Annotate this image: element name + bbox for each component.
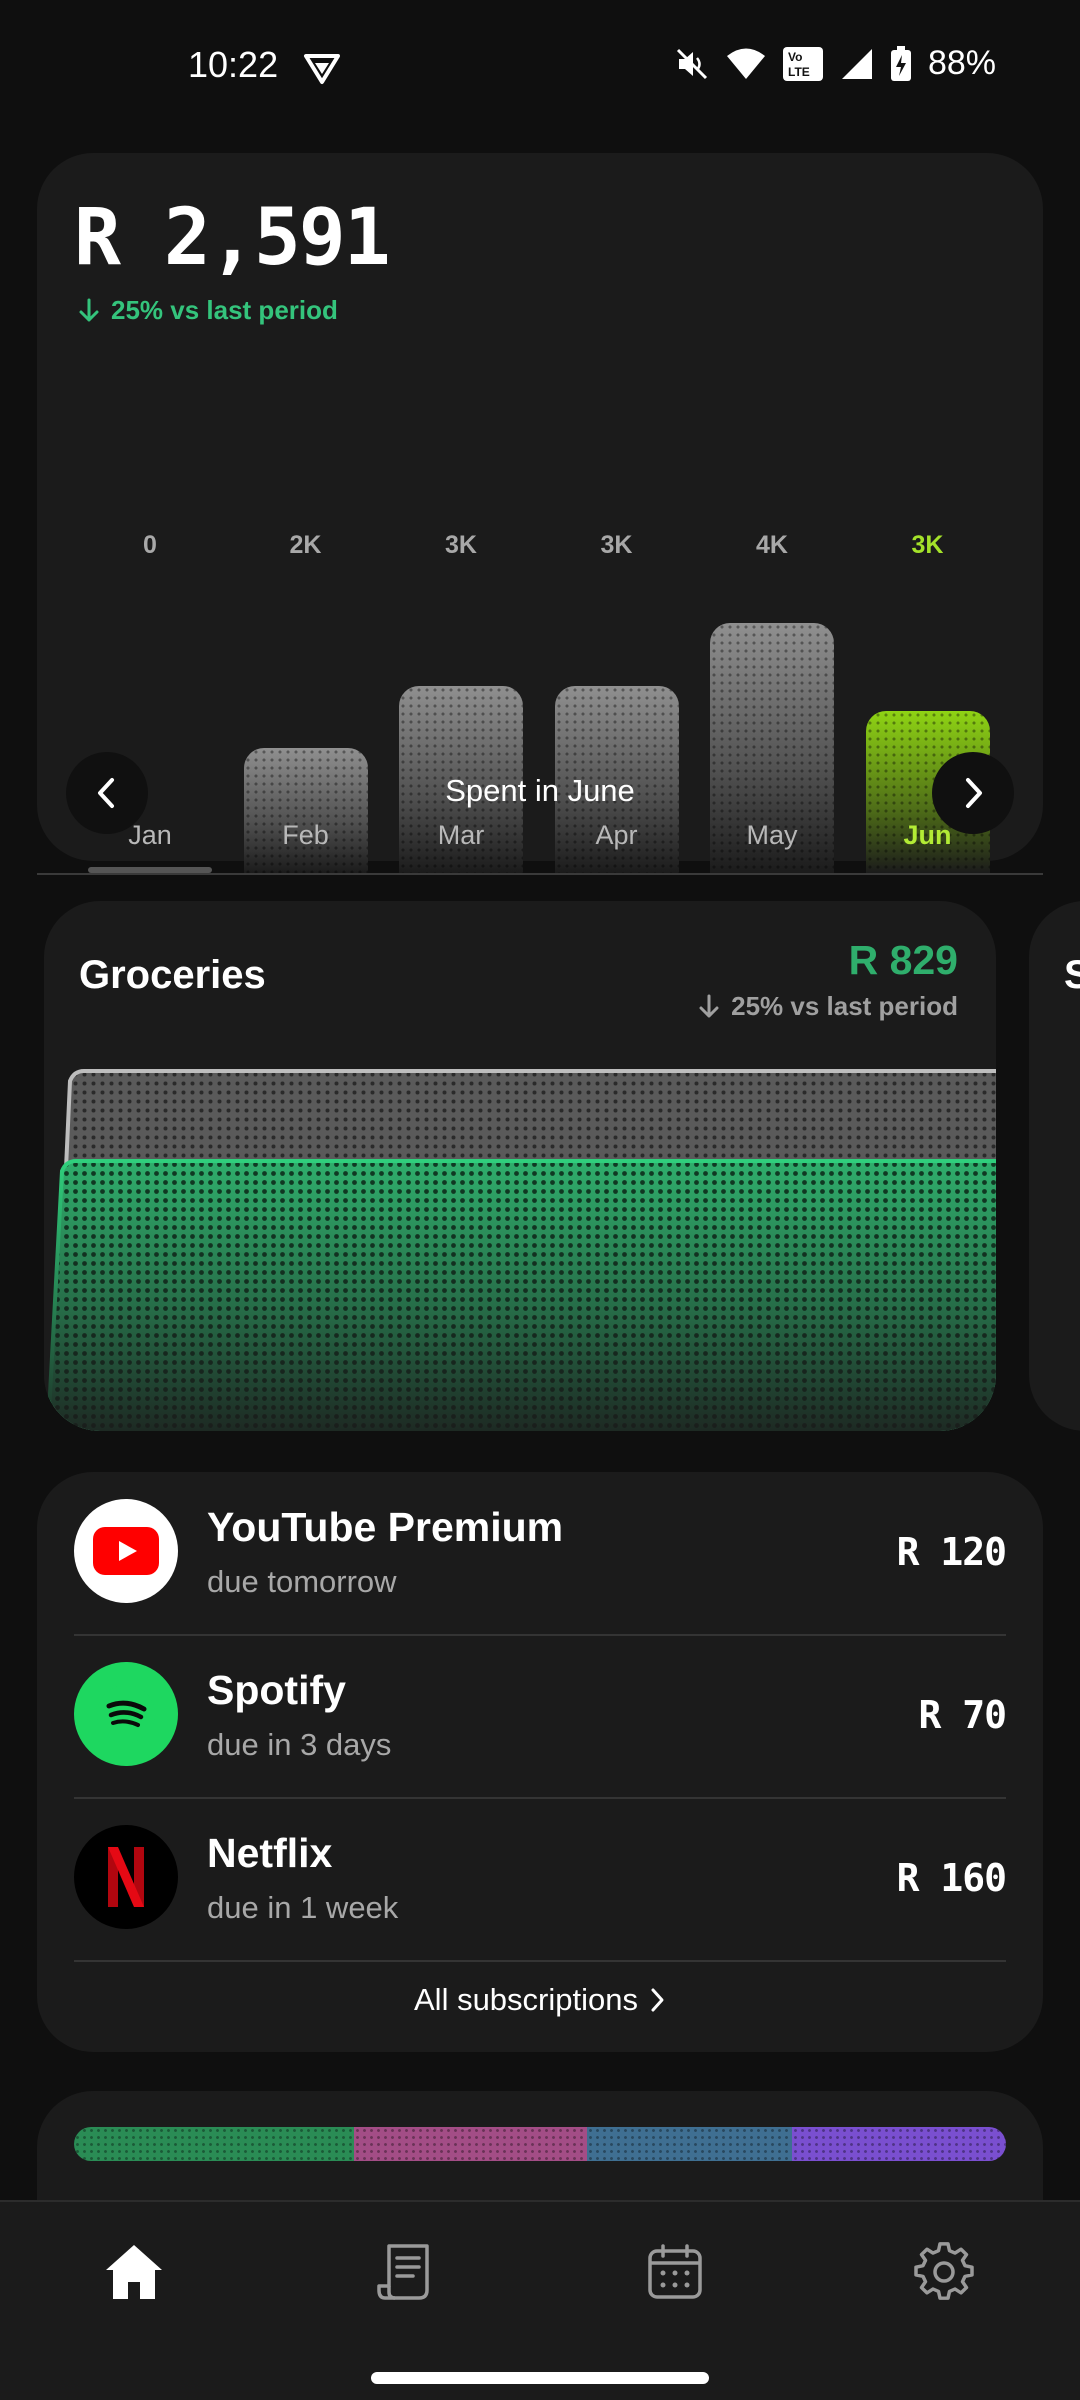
- total-change: 25% vs last period: [77, 295, 338, 326]
- breakdown-segment: [353, 2127, 587, 2161]
- next-category-card[interactable]: S: [1029, 901, 1080, 1431]
- bar-month-label: May: [746, 820, 798, 850]
- signal-icon: [841, 48, 872, 79]
- bar-value-label: 0: [143, 531, 157, 559]
- category-change: 25% vs last period: [697, 991, 958, 1022]
- subscription-item-youtube[interactable]: YouTube Premium due tomorrow R 120: [37, 1472, 1043, 1635]
- nav-transactions[interactable]: [365, 2232, 445, 2312]
- vpn-icon: [304, 54, 340, 84]
- total-change-text: 25% vs last period: [111, 295, 338, 325]
- subscription-due: due tomorrow: [207, 1564, 397, 1599]
- arrow-down-icon: [699, 994, 719, 1017]
- subscription-price: R 160: [896, 1856, 1007, 1900]
- category-area-chart: [44, 1069, 996, 1431]
- category-card-groceries[interactable]: Groceries R 829 25% vs last period: [44, 901, 996, 1431]
- category-amount: R 829: [848, 937, 958, 983]
- bar-value-label: 2K: [289, 531, 322, 559]
- category-breakdown-bar: [74, 2127, 1006, 2161]
- spotify-icon: [74, 1662, 178, 1766]
- category-breakdown-card[interactable]: [37, 2091, 1043, 2211]
- status-bar: 10:22 Vo LTE 88%: [0, 0, 1080, 130]
- battery-charging-icon: [890, 45, 911, 81]
- breakdown-segment: [791, 2127, 1006, 2161]
- spend-summary-card: R 2,591 25% vs last period 0 Jan 2K Feb 3K Ma…: [37, 153, 1043, 875]
- category-title: Groceries: [79, 953, 266, 997]
- chevron-right-icon: [651, 1988, 664, 2012]
- bar-month-label: Apr: [595, 820, 638, 850]
- wifi-icon: [726, 48, 765, 79]
- chevron-right-icon: [966, 778, 982, 808]
- calendar-icon: [648, 2244, 702, 2299]
- status-time: 10:22: [188, 44, 279, 85]
- subscription-name: Spotify: [207, 1667, 346, 1713]
- bar-feb[interactable]: [243, 748, 368, 873]
- all-subscriptions-link[interactable]: All subscriptions: [37, 1982, 1043, 2018]
- nav-calendar[interactable]: [635, 2232, 715, 2312]
- home-indicator: [371, 2372, 709, 2384]
- arrow-down-icon: [79, 298, 99, 321]
- home-icon: [106, 2245, 162, 2299]
- bar-month-label: Feb: [282, 820, 329, 850]
- battery-percent: 88%: [927, 44, 996, 82]
- breakdown-segment: [74, 2127, 354, 2161]
- subscription-item-spotify[interactable]: Spotify due in 3 days R 70: [37, 1635, 1043, 1798]
- nav-home[interactable]: [94, 2232, 174, 2312]
- svg-text:Vo: Vo: [788, 50, 802, 64]
- status-icons: Vo LTE 88%: [674, 44, 996, 83]
- divider: [74, 1960, 1006, 1962]
- bar-value-label: 3K: [911, 531, 944, 559]
- next-period-button[interactable]: [932, 752, 1014, 834]
- period-label: Spent in June: [445, 773, 635, 808]
- bar-value-label: 3K: [445, 531, 477, 559]
- gear-icon: [914, 2242, 974, 2300]
- mute-icon: [676, 48, 707, 79]
- category-change-text: 25% vs last period: [731, 991, 958, 1021]
- bar-month-label: Mar: [437, 820, 485, 850]
- bar-value-label: 3K: [600, 531, 633, 559]
- all-subscriptions-label: All subscriptions: [414, 1982, 638, 2017]
- subscription-due: due in 1 week: [207, 1890, 399, 1925]
- subscription-name: YouTube Premium: [207, 1504, 564, 1550]
- bottom-navigation: [0, 2200, 1080, 2400]
- subscription-name: Netflix: [207, 1830, 333, 1876]
- subscriptions-card: YouTube Premium due tomorrow R 120 Spoti…: [37, 1472, 1043, 2052]
- subscription-item-netflix[interactable]: Netflix due in 1 week R 160: [37, 1798, 1043, 1961]
- receipt-icon: [377, 2244, 429, 2300]
- subscription-due: due in 3 days: [207, 1727, 392, 1762]
- total-spent: R 2,591: [74, 193, 391, 283]
- chart-baseline: [37, 873, 1043, 875]
- subscription-price: R 70: [918, 1693, 1007, 1737]
- bar-value-label: 4K: [756, 531, 788, 559]
- netflix-icon: [74, 1825, 178, 1929]
- volte-icon: Vo LTE: [782, 46, 823, 81]
- next-category-title: S: [1064, 953, 1080, 997]
- youtube-icon: [74, 1499, 178, 1603]
- nav-settings[interactable]: [904, 2232, 984, 2312]
- subscription-price: R 120: [896, 1530, 1007, 1574]
- breakdown-segment: [586, 2127, 792, 2161]
- svg-text:LTE: LTE: [788, 65, 810, 79]
